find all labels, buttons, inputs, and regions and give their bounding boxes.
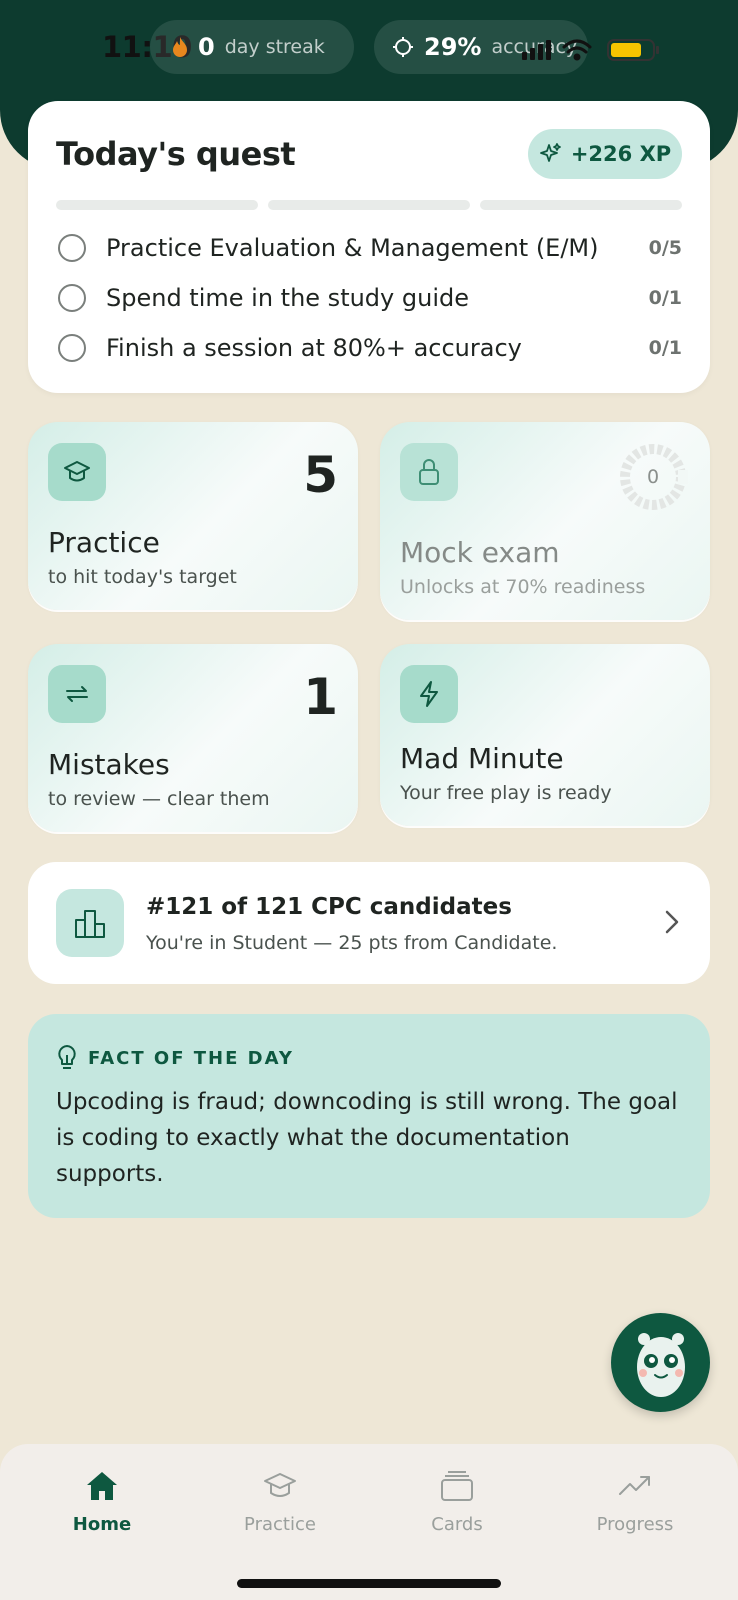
mock-exam-title: Mock exam	[400, 536, 560, 569]
practice-tile[interactable]: 5 Practice to hit today's target	[28, 422, 358, 610]
mistakes-subtitle: to review — clear them	[48, 788, 270, 810]
quest-task[interactable]: Practice Evaluation & Management (E/M) 0…	[58, 228, 682, 268]
mad-minute-title: Mad Minute	[400, 742, 564, 775]
mistakes-count: 1	[303, 668, 338, 726]
quest-task[interactable]: Spend time in the study guide 0/1	[58, 278, 682, 318]
quest-task[interactable]: Finish a session at 80%+ accuracy 0/1	[58, 328, 682, 368]
mistakes-title: Mistakes	[48, 748, 170, 781]
fact-card: FACT OF THE DAY Upcoding is fraud; downc…	[28, 1014, 710, 1218]
repeat-icon	[48, 665, 106, 723]
accuracy-value: 29%	[424, 33, 482, 61]
mad-minute-tile[interactable]: Mad Minute Your free play is ready	[380, 644, 710, 826]
task-label: Finish a session at 80%+ accuracy	[106, 334, 522, 362]
readiness-value: 0	[646, 466, 660, 488]
cards-icon	[439, 1466, 475, 1506]
graduation-cap-icon	[262, 1466, 298, 1506]
task-count: 0/1	[648, 287, 682, 309]
checkbox-circle[interactable]	[58, 234, 86, 262]
home-indicator	[237, 1579, 501, 1588]
streak-label: day streak	[224, 36, 325, 58]
streak-pill[interactable]: 0 day streak	[150, 20, 354, 74]
progress-segment	[56, 200, 258, 210]
tab-label: Progress	[596, 1514, 674, 1535]
lock-icon	[400, 443, 458, 501]
xp-value: +226 XP	[570, 142, 672, 166]
fact-heading-label: FACT OF THE DAY	[88, 1047, 294, 1069]
xp-badge: +226 XP	[528, 129, 682, 179]
tab-home[interactable]: Home	[32, 1466, 172, 1546]
checkbox-circle[interactable]	[58, 284, 86, 312]
mock-exam-subtitle: Unlocks at 70% readiness	[400, 576, 646, 598]
tab-progress[interactable]: Progress	[565, 1466, 705, 1546]
tab-cards[interactable]: Cards	[387, 1466, 527, 1546]
quest-progress	[56, 200, 682, 210]
mascot-assistant-button[interactable]	[611, 1313, 710, 1412]
progress-segment	[480, 200, 682, 210]
tab-label: Cards	[431, 1514, 483, 1535]
lightbulb-icon	[58, 1045, 76, 1069]
sparkle-icon	[539, 143, 561, 162]
rank-title: #121 of 121 CPC candidates	[146, 894, 512, 920]
streak-value: 0	[198, 33, 215, 61]
quest-card[interactable]: Today's quest +226 XP Practice Evaluatio…	[28, 101, 710, 393]
progress-segment	[268, 200, 470, 210]
quest-title: Today's quest	[56, 135, 296, 173]
readiness-ring: 0	[618, 442, 690, 512]
practice-count: 5	[303, 446, 338, 504]
practice-title: Practice	[48, 526, 160, 559]
mock-exam-tile[interactable]: 0 Mock exam Unlocks at 70% readiness	[380, 422, 710, 620]
signal-icon	[522, 40, 551, 60]
crosshair-icon	[392, 36, 414, 58]
mistakes-tile[interactable]: 1 Mistakes to review — clear them	[28, 644, 358, 832]
chevron-right-icon	[664, 908, 680, 940]
mascot-icon	[636, 1332, 685, 1397]
task-label: Practice Evaluation & Management (E/M)	[106, 234, 599, 262]
lightning-icon	[400, 665, 458, 723]
tab-label: Practice	[244, 1514, 316, 1535]
battery-icon	[607, 39, 659, 61]
home-icon	[84, 1466, 120, 1506]
tab-label: Home	[72, 1514, 132, 1535]
leaderboard-card[interactable]: #121 of 121 CPC candidates You're in Stu…	[28, 862, 710, 984]
fact-text: Upcoding is fraud; downcoding is still w…	[56, 1089, 678, 1187]
trend-up-icon	[617, 1466, 653, 1506]
fact-heading: FACT OF THE DAY	[56, 1044, 294, 1072]
wifi-icon	[562, 39, 592, 61]
task-count: 0/1	[648, 337, 682, 359]
flame-icon	[172, 36, 188, 58]
task-count: 0/5	[648, 237, 682, 259]
practice-subtitle: to hit today's target	[48, 566, 237, 588]
podium-chart-icon	[56, 889, 124, 957]
task-label: Spend time in the study guide	[106, 284, 469, 312]
status-indicators	[520, 36, 670, 62]
mad-minute-subtitle: Your free play is ready	[400, 782, 612, 804]
tab-bar: Home Practice Cards Progress	[0, 1444, 738, 1600]
graduation-cap-icon	[48, 443, 106, 501]
rank-subtitle: You're in Student — 25 pts from Candidat…	[146, 932, 558, 954]
checkbox-circle[interactable]	[58, 334, 86, 362]
tab-practice[interactable]: Practice	[210, 1466, 350, 1546]
